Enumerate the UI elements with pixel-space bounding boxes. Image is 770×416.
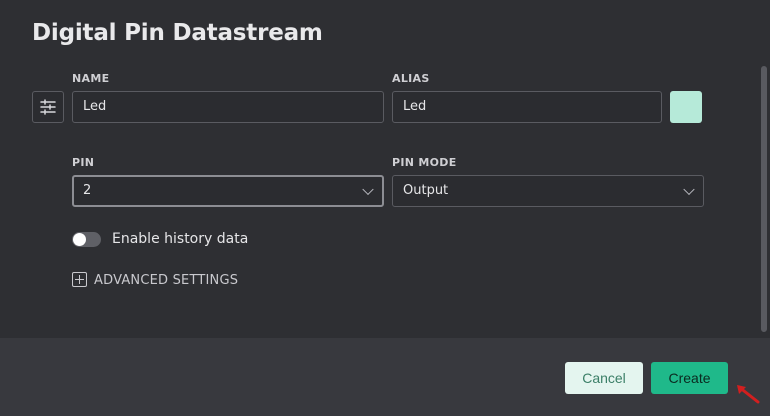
datastream-dialog: Digital Pin Datastream NAME Led ALIAS Le… bbox=[0, 0, 770, 416]
pin-mode-select[interactable]: Output bbox=[392, 175, 704, 207]
chevron-down-icon bbox=[362, 183, 374, 196]
cancel-button[interactable]: Cancel bbox=[565, 362, 643, 394]
pin-mode-label: PIN MODE bbox=[392, 156, 457, 169]
scrollbar[interactable] bbox=[761, 66, 767, 332]
settings-sliders-icon bbox=[40, 99, 56, 115]
arrow-cursor-icon bbox=[737, 385, 760, 404]
alias-label: ALIAS bbox=[392, 72, 430, 85]
chevron-down-icon bbox=[683, 183, 695, 196]
alias-input[interactable]: Led bbox=[392, 91, 662, 123]
name-input[interactable]: Led bbox=[72, 91, 384, 123]
pin-mode-select-value: Output bbox=[403, 183, 449, 198]
create-button[interactable]: Create bbox=[651, 362, 728, 394]
toggle-knob bbox=[73, 233, 86, 246]
pin-select[interactable]: 2 bbox=[72, 175, 384, 207]
history-toggle[interactable] bbox=[72, 232, 101, 247]
name-label: NAME bbox=[72, 72, 110, 85]
advanced-settings-link[interactable]: ADVANCED SETTINGS bbox=[94, 273, 238, 288]
plus-square-icon[interactable] bbox=[72, 272, 87, 287]
datastream-icon-button[interactable] bbox=[32, 91, 64, 123]
history-toggle-label[interactable]: Enable history data bbox=[112, 231, 248, 247]
pin-label: PIN bbox=[72, 156, 95, 169]
color-swatch[interactable] bbox=[670, 91, 702, 123]
dialog-title: Digital Pin Datastream bbox=[32, 20, 323, 46]
pin-select-value: 2 bbox=[83, 183, 92, 198]
